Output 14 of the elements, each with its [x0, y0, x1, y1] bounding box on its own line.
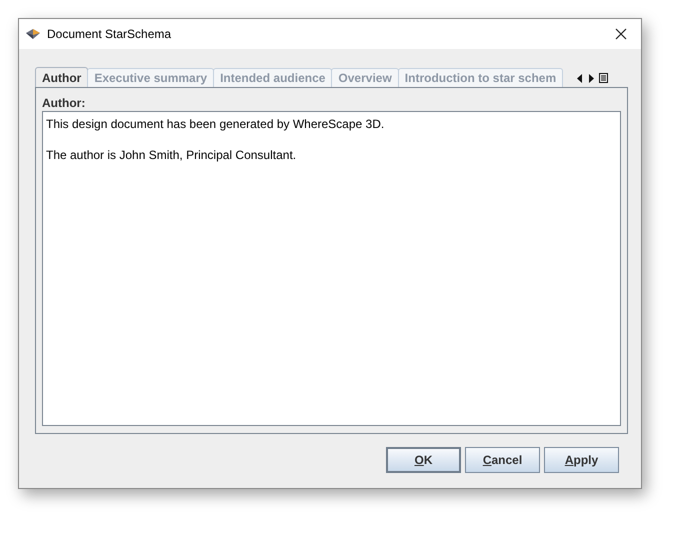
dialog-button[interactable]: Cancel — [465, 447, 540, 473]
text-line: The author is John Smith, Principal Consultant. — [46, 148, 298, 162]
text-area[interactable]: This design document has been generated by WhereScape 3D. The author is John Smith, Principal Consultant. — [42, 111, 621, 426]
app-icon — [25, 27, 41, 41]
scroll-left-icon[interactable] — [577, 74, 583, 82]
window-title: Document StarSchema — [47, 26, 172, 43]
tab[interactable]: Author — [35, 67, 88, 87]
close-icon — [615, 28, 627, 40]
text-line: This design document has been generated by WhereScape 3D. — [46, 117, 386, 131]
tab-list-icon[interactable] — [599, 73, 608, 83]
dialog-button[interactable]: Apply — [544, 447, 619, 473]
scroll-right-icon[interactable] — [588, 74, 594, 82]
dialog-button[interactable]: OK — [386, 447, 461, 473]
field-label: Author: — [42, 96, 86, 110]
